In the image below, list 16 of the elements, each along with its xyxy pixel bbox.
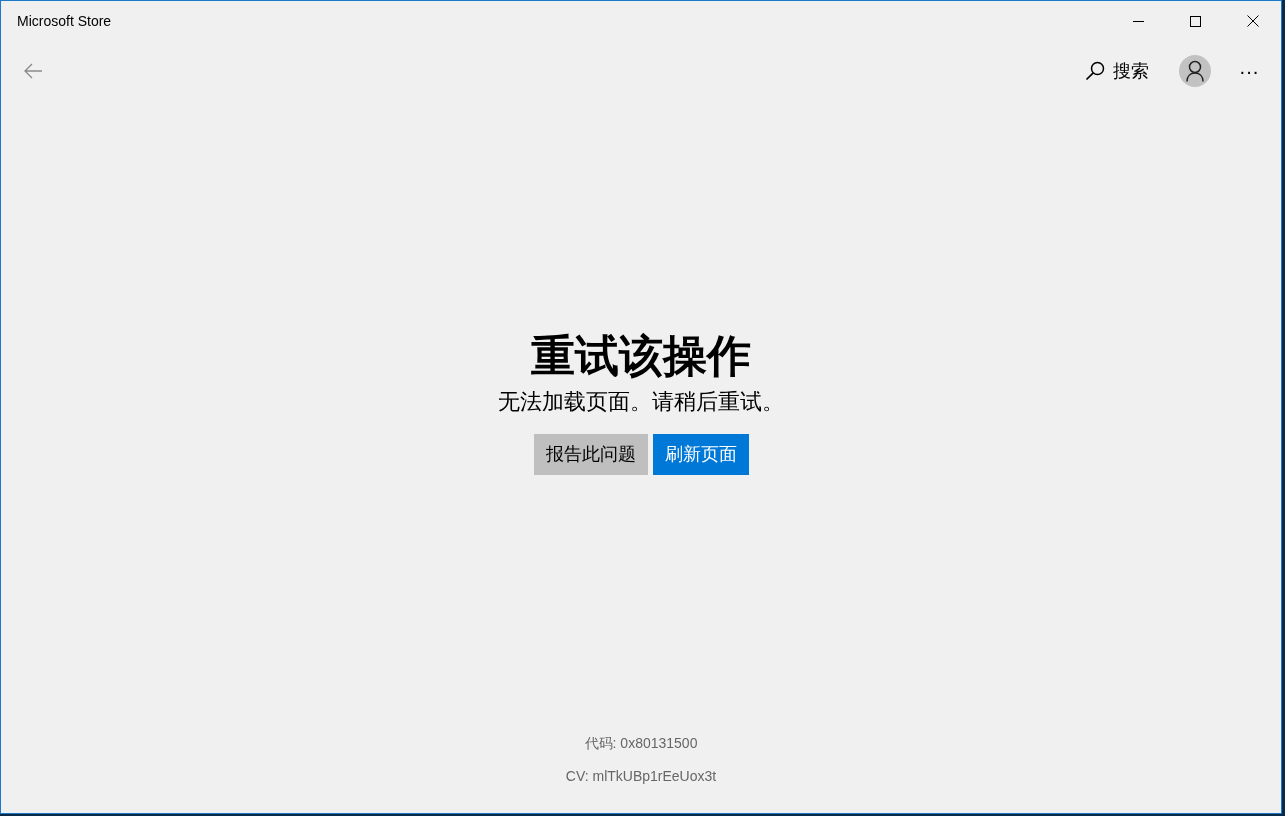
- error-code: 代码: 0x80131500: [584, 734, 698, 753]
- account-button[interactable]: [1179, 55, 1211, 87]
- refresh-button[interactable]: 刷新页面: [652, 434, 749, 475]
- more-button[interactable]: ···: [1231, 53, 1267, 89]
- search-icon: [1085, 61, 1105, 81]
- report-button[interactable]: 报告此问题: [533, 434, 648, 475]
- close-icon: [1246, 15, 1259, 27]
- error-title: 重试该操作: [531, 330, 751, 382]
- correlation-vector: CV: mlTkUBp1rEeUox3t: [565, 767, 717, 786]
- search-button[interactable]: 搜索: [1081, 51, 1153, 91]
- window-title: Microsoft Store: [17, 11, 112, 31]
- person-icon: [1186, 60, 1204, 82]
- minimize-icon: [1133, 20, 1144, 22]
- maximize-icon: [1190, 15, 1201, 27]
- error-message: 无法加载页面。请稍后重试。: [498, 388, 784, 416]
- back-arrow-icon: [23, 63, 43, 79]
